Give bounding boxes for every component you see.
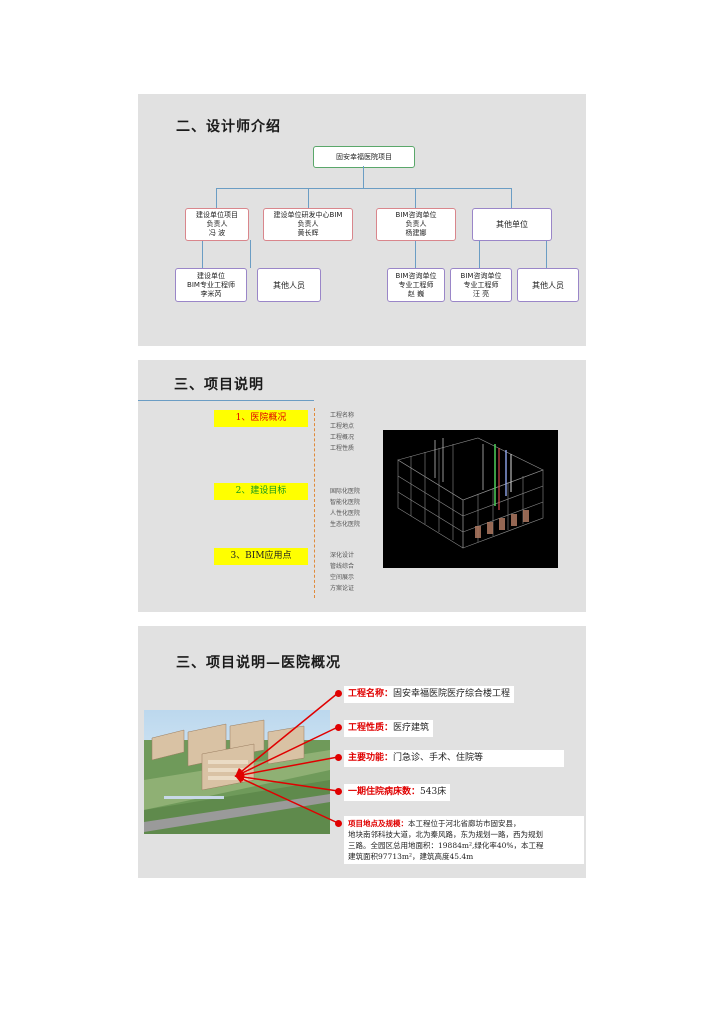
desc-line: 工程概况	[330, 434, 355, 441]
org-node-other-staff-2: 其他人员	[517, 268, 579, 302]
item-label: 1、医院概况	[235, 413, 287, 423]
connector	[308, 188, 309, 208]
bim-model-image	[383, 430, 558, 568]
desc-line: 深化设计	[330, 552, 355, 559]
node-line: BIM咨询单位	[395, 271, 437, 280]
desc-line: 国际化医院	[330, 488, 361, 495]
slide-designer-intro: 二、设计师介绍 固安幸福医院项目 建设单位项目 负责人 冯 波 建设单位研发中心…	[138, 94, 586, 346]
node-line: 冯 波	[208, 229, 226, 237]
node-line: 专业工程师	[398, 280, 434, 289]
org-node-owner-pm: 建设单位项目 负责人 冯 波	[185, 208, 249, 241]
org-node-owner-engineer: 建设单位 BIM专业工程师 李米芮	[175, 268, 247, 302]
org-node-other-staff: 其他人员	[257, 268, 321, 302]
connector	[250, 240, 251, 268]
node-line: 负责人	[405, 220, 427, 228]
node-line: BIM专业工程师	[187, 280, 235, 289]
desc-line: 人性化医院	[330, 510, 361, 517]
connector	[363, 166, 364, 188]
node-line: 黄长辉	[297, 229, 319, 237]
org-node-bim-consultant: BIM咨询单位 负责人 杨建娜	[376, 208, 456, 241]
slide-title: 二、设计师介绍	[176, 119, 281, 135]
item-desc-list: 深化设计 管线综合 空间展示 方案论证	[330, 550, 354, 594]
slide-hospital-overview: 三、项目说明—医院概况 工程名称：固安幸福医院医疗综合楼工程 工程性质：医疗建筑…	[138, 626, 586, 878]
desc-line: 工程地点	[330, 423, 355, 430]
desc-line: 智能化医院	[330, 499, 361, 506]
node-line: 其他人员	[532, 280, 564, 290]
title-underline	[138, 400, 314, 401]
org-root-label: 固安幸福医院项目	[336, 152, 392, 161]
node-line: 其他人员	[273, 280, 305, 290]
item-construction-goal: 2、建设目标	[214, 483, 308, 500]
item-label: 2、建设目标	[235, 486, 287, 496]
callout-arrows	[234, 692, 339, 824]
org-node-owner-bim: 建设单位研发中心BIM 负责人 黄长辉	[263, 208, 353, 241]
connector	[415, 240, 416, 268]
desc-line: 工程性质	[330, 445, 355, 452]
connector	[479, 240, 480, 268]
node-line: BIM咨询单位	[395, 211, 437, 219]
org-node-other-units: 其他单位	[472, 208, 552, 241]
org-node-bim-engineer-2: BIM咨询单位 专业工程师 汪 亮	[450, 268, 512, 302]
node-line: 赵 巍	[407, 289, 425, 298]
node-line: 建设单位项目	[196, 211, 238, 219]
desc-line: 生态化医院	[330, 521, 361, 528]
connector	[216, 188, 511, 189]
node-line: 汪 亮	[472, 289, 490, 298]
item-label: 3、BIM应用点	[230, 551, 292, 561]
desc-line: 管线综合	[330, 563, 355, 570]
desc-line: 工程名称	[330, 412, 355, 419]
connector	[546, 240, 547, 268]
desc-line: 空间展示	[330, 574, 355, 581]
item-desc-list: 国际化医院 智能化医院 人性化医院 生态化医院	[330, 486, 360, 530]
node-line: 建设单位	[197, 271, 225, 280]
dashed-divider	[314, 408, 315, 598]
connector	[415, 188, 416, 208]
slide-project-description: 三、项目说明 1、医院概况 工程名称 工程地点 工程概况 工程性质 2、建设目标…	[138, 360, 586, 612]
node-line: 李米芮	[200, 289, 222, 298]
item-desc-list: 工程名称 工程地点 工程概况 工程性质	[330, 410, 354, 454]
desc-line: 方案论证	[330, 585, 355, 592]
node-line: 负责人	[206, 220, 228, 228]
item-hospital-overview: 1、医院概况	[214, 410, 308, 427]
node-line: 专业工程师	[463, 280, 499, 289]
node-line: BIM咨询单位	[460, 271, 502, 280]
node-line: 其他单位	[496, 220, 528, 229]
node-line: 杨建娜	[405, 229, 427, 237]
slide-title: 三、项目说明	[174, 377, 264, 393]
org-node-bim-engineer-1: BIM咨询单位 专业工程师 赵 巍	[387, 268, 445, 302]
org-root-node: 固安幸福医院项目	[313, 146, 415, 168]
connector	[511, 188, 512, 208]
node-line: 建设单位研发中心BIM	[273, 211, 343, 219]
connector	[202, 240, 203, 268]
connector	[216, 188, 217, 208]
node-line: 负责人	[297, 220, 319, 228]
item-bim-application: 3、BIM应用点	[214, 548, 308, 565]
